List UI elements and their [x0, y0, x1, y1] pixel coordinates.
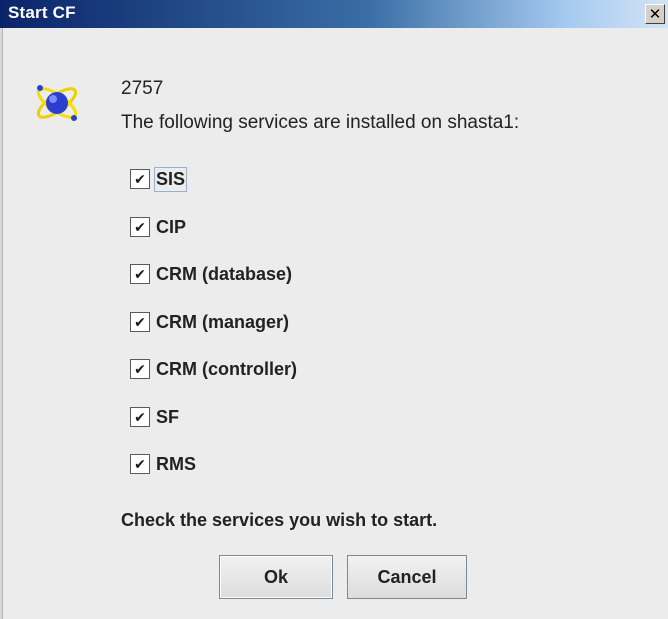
cluster-atom-icon [36, 85, 78, 121]
service-checkbox-crm-manager[interactable]: ✔ [130, 312, 150, 332]
service-checkbox-cip[interactable]: ✔ [130, 217, 150, 237]
cancel-button[interactable]: Cancel [347, 555, 467, 599]
check-icon: ✔ [134, 266, 146, 282]
start-cf-dialog: Start CF ✕ 2757 The following services a… [0, 0, 668, 619]
service-row-sf[interactable]: ✔ SF [130, 402, 179, 432]
service-label-crm-controller: CRM (controller) [156, 358, 297, 379]
close-icon: ✕ [648, 5, 662, 23]
check-icon: ✔ [134, 361, 146, 377]
service-checkbox-crm-controller[interactable]: ✔ [130, 359, 150, 379]
check-icon: ✔ [134, 456, 146, 472]
service-label-sf: SF [156, 406, 180, 427]
service-checkbox-crm-database[interactable]: ✔ [130, 264, 150, 284]
close-button[interactable]: ✕ [645, 4, 665, 24]
service-row-rms[interactable]: ✔ RMS [130, 449, 196, 479]
instruction-text: Check the services you wish to start. [121, 510, 438, 530]
service-label-crm-database: CRM (database) [156, 263, 293, 284]
service-row-crm-database[interactable]: ✔ CRM (database) [130, 259, 292, 289]
check-icon: ✔ [134, 171, 146, 187]
service-checkbox-sf[interactable]: ✔ [130, 407, 150, 427]
window-title: Start CF [8, 3, 76, 22]
service-label-rms: RMS [156, 453, 196, 474]
check-icon: ✔ [134, 314, 146, 330]
check-icon: ✔ [134, 219, 146, 235]
window-left-edge [0, 28, 3, 619]
message-number: 2757 [121, 78, 164, 99]
message-text: The following services are installed on … [121, 112, 520, 133]
check-icon: ✔ [134, 409, 146, 425]
service-checkbox-sis[interactable]: ✔ [130, 169, 150, 189]
service-row-sis[interactable]: ✔ SIS [130, 164, 188, 194]
ok-button[interactable]: Ok [219, 555, 333, 599]
service-label-cip: CIP [156, 216, 187, 237]
service-row-crm-controller[interactable]: ✔ CRM (controller) [130, 354, 297, 384]
service-label-crm-manager: CRM (manager) [156, 311, 290, 332]
service-checkbox-rms[interactable]: ✔ [130, 454, 150, 474]
service-label-sis: SIS [153, 166, 188, 192]
title-bar[interactable]: Start CF ✕ [0, 0, 668, 28]
service-row-crm-manager[interactable]: ✔ CRM (manager) [130, 307, 289, 337]
service-row-cip[interactable]: ✔ CIP [130, 212, 186, 242]
